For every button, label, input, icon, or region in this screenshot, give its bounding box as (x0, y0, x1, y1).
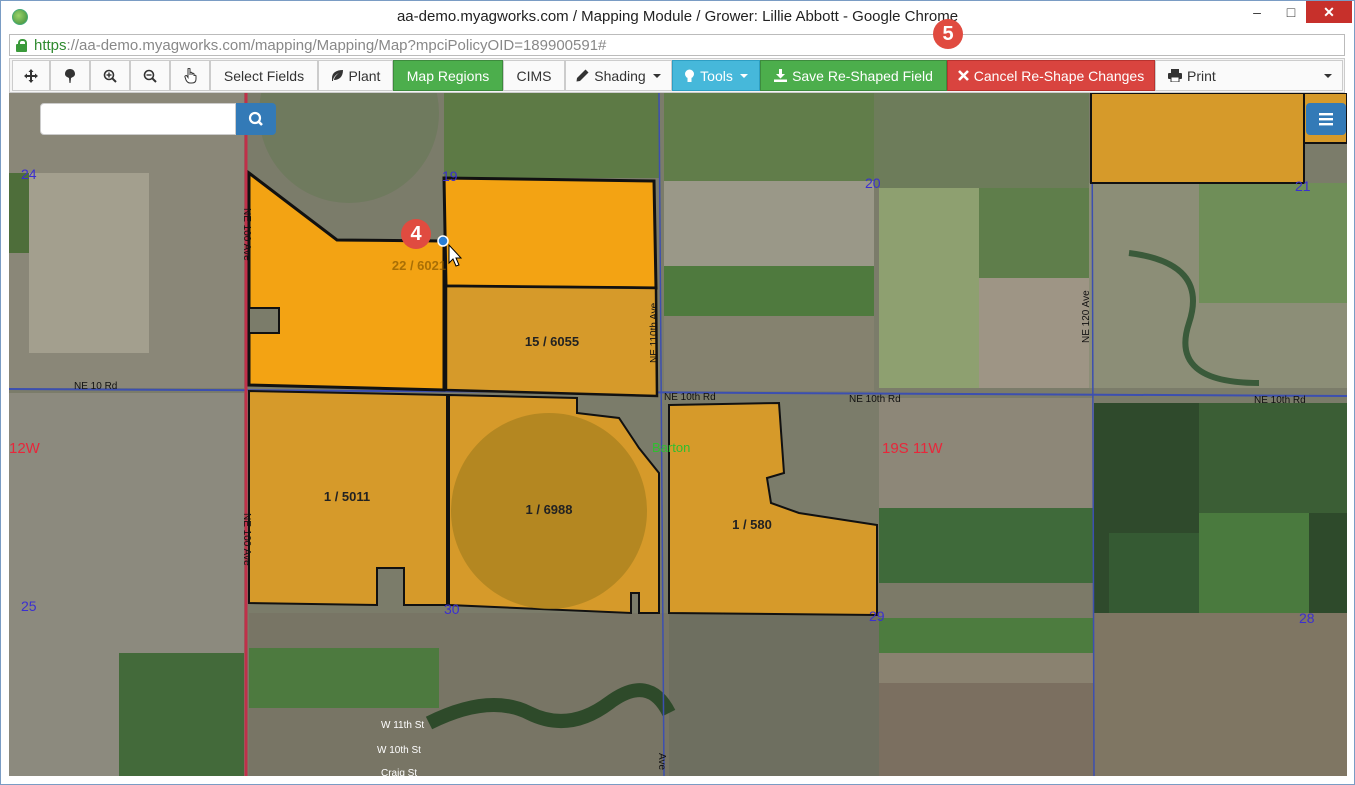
field-label-bottom-left: 1 / 5011 (324, 489, 370, 504)
chevron-down-icon (652, 73, 661, 78)
road-label-ne-10th-rd-1: NE 10th Rd (664, 392, 716, 403)
chevron-down-icon (739, 73, 748, 78)
cims-button[interactable]: CIMS (503, 60, 565, 91)
tools-dropdown[interactable]: Tools (672, 60, 760, 91)
map-search-button[interactable] (236, 103, 276, 135)
zoom-out-button[interactable] (130, 60, 170, 91)
lightbulb-icon (685, 69, 695, 82)
printer-icon (1168, 69, 1182, 82)
road-label-w-10th: W 10th St (377, 745, 421, 756)
road-label-craig: Craig St (381, 768, 417, 776)
title-bar: aa-demo.myagworks.com / Mapping Module /… (1, 1, 1354, 33)
select-fields-button[interactable]: Select Fields (210, 60, 318, 91)
download-icon (774, 69, 788, 82)
move-icon (24, 68, 38, 83)
section-20: 20 (865, 175, 881, 191)
pan-button[interactable] (12, 60, 50, 91)
plant-label: Plant (348, 67, 381, 84)
road-label-ne-10th-rd-3: NE 10th Rd (1254, 395, 1306, 406)
road-label-w-11th: W 11th St (381, 720, 424, 731)
chevron-down-icon (1324, 73, 1332, 78)
road-label-ne-120-ave: NE 120 Ave (1081, 290, 1092, 343)
shading-dropdown[interactable]: Shading (565, 60, 672, 91)
zoom-out-icon (143, 69, 157, 83)
map-search-input[interactable] (40, 103, 236, 135)
pointer-button[interactable] (170, 60, 210, 91)
maximize-button[interactable]: □ (1274, 1, 1308, 23)
step-callout-4: 4 (401, 219, 431, 249)
field-label-bottom-right: 1 / 580 (732, 517, 772, 532)
layers-menu-icon (1319, 113, 1333, 126)
map-toolbar: Select Fields Plant Map Regions CIMS Sha… (9, 58, 1345, 93)
section-29: 29 (869, 608, 885, 624)
section-21: 21 (1295, 178, 1311, 194)
save-reshaped-label: Save Re-Shaped Field (792, 67, 933, 84)
pin-button[interactable] (50, 60, 90, 91)
layers-menu-button[interactable] (1306, 103, 1346, 135)
road-label-ne-10-rd: NE 10 Rd (74, 381, 117, 392)
section-30: 30 (444, 601, 460, 617)
browser-window: aa-demo.myagworks.com / Mapping Module /… (0, 0, 1355, 785)
field-polygon[interactable] (1090, 93, 1305, 184)
road-label-ne-100-ave-top: NE 100 Ave (241, 208, 252, 261)
print-dropdown[interactable]: Print (1155, 60, 1343, 91)
window-title: aa-demo.myagworks.com / Mapping Module /… (396, 8, 959, 25)
url-text[interactable]: https://aa-demo.myagworks.com/mapping/Ma… (34, 35, 606, 57)
field-label-top-mid: 15 / 6055 (525, 334, 579, 349)
section-24: 24 (21, 166, 37, 182)
township-label-west: 12W (9, 440, 41, 457)
tools-label: Tools (700, 67, 733, 84)
shading-label: Shading (594, 67, 646, 84)
close-icon (957, 70, 969, 81)
lock-icon (16, 39, 27, 52)
field-polygon-selected-upper[interactable] (442, 176, 658, 290)
field-label-top-left: 22 / 6021 (392, 258, 446, 273)
township-label-center: 19S 11W (882, 440, 943, 457)
reshape-vertex-handle[interactable] (437, 235, 449, 247)
road-label-ne-10th-rd-2: NE 10th Rd (849, 394, 901, 405)
map-svg[interactable]: NE 10 Rd NE 10th Rd NE 10th Rd NE 10th R… (9, 93, 1347, 776)
section-25: 25 (21, 598, 37, 614)
section-28: 28 (1299, 610, 1315, 626)
map-canvas[interactable]: NE 10 Rd NE 10th Rd NE 10th Rd NE 10th R… (9, 93, 1347, 776)
print-label: Print (1187, 67, 1216, 84)
cancel-reshape-button[interactable]: Cancel Re-Shape Changes (947, 60, 1155, 91)
step-callout-5: 5 (933, 19, 963, 49)
pin-icon (65, 68, 75, 83)
minimize-button[interactable]: – (1240, 1, 1274, 23)
road-label-ave: Ave (656, 753, 667, 770)
hand-pointer-icon (183, 67, 196, 83)
field-label-bottom-mid: 1 / 6988 (526, 502, 573, 517)
town-label: Barton (652, 440, 690, 455)
close-button[interactable]: ✕ (1306, 1, 1352, 23)
zoom-in-icon (103, 69, 117, 83)
search-icon (248, 111, 263, 126)
leaf-icon (331, 70, 343, 81)
road-label-ne-100-ave-bottom: NE 100 Ave (241, 513, 252, 566)
pencil-icon (576, 69, 589, 82)
section-19: 19 (442, 168, 458, 184)
zoom-in-button[interactable] (90, 60, 130, 91)
cancel-reshape-label: Cancel Re-Shape Changes (973, 67, 1145, 84)
map-regions-button[interactable]: Map Regions (393, 60, 503, 91)
save-reshaped-field-button[interactable]: Save Re-Shaped Field (760, 60, 947, 91)
address-bar[interactable]: https://aa-demo.myagworks.com/mapping/Ma… (9, 34, 1345, 56)
road-label-ne-110th-ave: NE 110th Ave (649, 302, 660, 363)
plant-button[interactable]: Plant (318, 60, 393, 91)
